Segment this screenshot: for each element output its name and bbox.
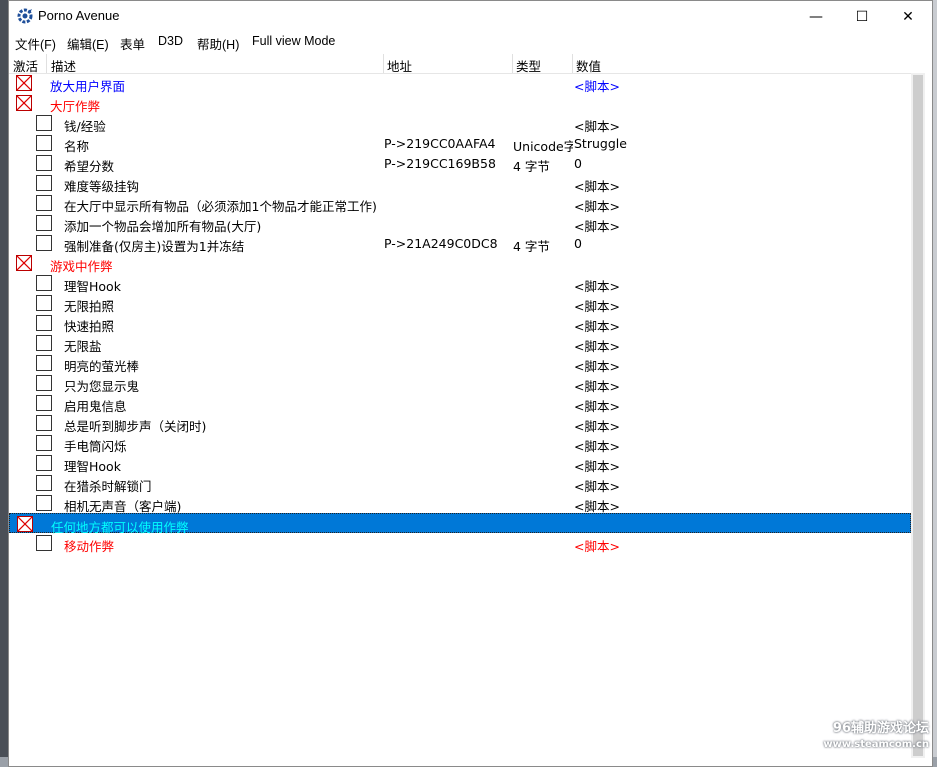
row-address: P->21A249C0DC8 (384, 236, 498, 251)
menu-file[interactable]: 文件(F) (15, 34, 56, 53)
maximize-button[interactable]: ☐ (839, 1, 885, 32)
close-icon: ✕ (902, 8, 914, 25)
checkbox[interactable] (36, 315, 52, 331)
row-address: P->219CC0AAFA4 (384, 136, 496, 151)
table-row[interactable]: 任何地方都可以使用作弊 (9, 513, 911, 535)
cheat-engine-gear-icon (17, 8, 33, 24)
column-header: 激活 描述 地址 类型 数值 (9, 54, 919, 74)
checkbox[interactable] (36, 495, 52, 511)
row-value[interactable]: 0 (574, 236, 582, 251)
watermark: 96辅助游戏论坛 www.steamcom.cn (823, 721, 929, 753)
menu-d3d[interactable]: D3D (158, 34, 183, 48)
row-value[interactable]: Struggle (574, 136, 627, 151)
checkbox[interactable] (36, 435, 52, 451)
table-row[interactable]: 强制准备(仅房主)设置为1并冻结 P->21A249C0DC8 4 字节 0 (9, 233, 911, 254)
table-row[interactable]: 手电筒闪烁 <脚本> (9, 433, 911, 454)
table-row[interactable]: 理智Hook <脚本> (9, 453, 911, 474)
checkbox-checked-icon[interactable] (16, 75, 32, 91)
menu-bar: 文件(F) 编辑(E) 表单 D3D 帮助(H) Full view Mode (9, 32, 932, 52)
table-row[interactable]: 理智Hook <脚本> (9, 273, 911, 294)
checkbox[interactable] (36, 115, 52, 131)
table-row[interactable]: 启用鬼信息 <脚本> (9, 393, 911, 414)
checkbox-checked-icon[interactable] (17, 516, 33, 532)
close-button[interactable]: ✕ (885, 1, 931, 32)
minimize-icon: — (809, 8, 823, 25)
vertical-scrollbar[interactable] (911, 73, 925, 758)
scrollbar-thumb[interactable] (913, 75, 923, 756)
table-row[interactable]: 无限盐 <脚本> (9, 333, 911, 354)
checkbox[interactable] (36, 375, 52, 391)
table-row[interactable]: 在猎杀时解锁门 <脚本> (9, 473, 911, 494)
minimize-button[interactable]: — (793, 1, 839, 32)
header-divider[interactable] (512, 54, 513, 73)
app-window: Porno Avenue — ☐ ✕ 文件(F) 编辑(E) 表单 D3D 帮助… (8, 0, 933, 767)
checkbox[interactable] (36, 415, 52, 431)
table-row[interactable]: 钱/经验 <脚本> (9, 113, 911, 134)
checkbox[interactable] (36, 275, 52, 291)
checkbox-checked-icon[interactable] (16, 255, 32, 271)
table-row[interactable]: 难度等级挂钩 <脚本> (9, 173, 911, 194)
watermark-line2: www.steamcom.cn (823, 739, 929, 750)
checkbox[interactable] (36, 335, 52, 351)
menu-edit[interactable]: 编辑(E) (67, 34, 109, 53)
table-row[interactable]: 移动作弊 <脚本> (9, 533, 911, 555)
header-divider[interactable] (383, 54, 384, 73)
row-description: 移动作弊 (64, 539, 115, 554)
table-row[interactable]: 放大用户界面 <脚本> (9, 73, 911, 94)
table-row[interactable]: 无限拍照 <脚本> (9, 293, 911, 314)
table-row[interactable]: 只为您显示鬼 <脚本> (9, 373, 911, 394)
table-row[interactable]: 添加一个物品会增加所有物品(大厅) <脚本> (9, 213, 911, 234)
checkbox[interactable] (36, 235, 52, 251)
table-row[interactable]: 明亮的萤光棒 <脚本> (9, 353, 911, 374)
table-row[interactable]: 在大厅中显示所有物品（必须添加1个物品才能正常工作) <脚本> (9, 193, 911, 214)
row-address: P->219CC169B58 (384, 156, 496, 171)
menu-full-view-mode[interactable]: Full view Mode (252, 34, 335, 48)
table-row[interactable]: 大厅作弊 (9, 93, 911, 114)
checkbox[interactable] (36, 395, 52, 411)
menu-help[interactable]: 帮助(H) (197, 34, 239, 53)
checkbox[interactable] (36, 535, 52, 551)
table-row[interactable]: 希望分数 P->219CC169B58 4 字节 0 (9, 153, 911, 174)
table-row[interactable]: 快速拍照 <脚本> (9, 313, 911, 334)
header-divider[interactable] (572, 54, 573, 73)
watermark-line1: 96辅助游戏论坛 (832, 721, 929, 736)
checkbox[interactable] (36, 295, 52, 311)
checkbox[interactable] (36, 155, 52, 171)
checkbox[interactable] (36, 175, 52, 191)
checkbox[interactable] (36, 215, 52, 231)
table-row[interactable]: 名称 P->219CC0AAFA4 Unicode字 Struggle (9, 133, 911, 154)
table-row[interactable]: 相机无声音（客户端) <脚本> (9, 493, 911, 514)
checkbox[interactable] (36, 195, 52, 211)
row-value[interactable]: 0 (574, 156, 582, 171)
checkbox[interactable] (36, 135, 52, 151)
menu-table[interactable]: 表单 (120, 34, 145, 53)
checkbox[interactable] (36, 475, 52, 491)
title-bar[interactable]: Porno Avenue — ☐ ✕ (9, 1, 932, 32)
checkbox[interactable] (36, 455, 52, 471)
cheat-table-list: 放大用户界面 <脚本> 大厅作弊 钱/经验 <脚本> 名称 P->219CC0AAFA4 Un… (9, 73, 911, 758)
table-row[interactable]: 总是听到脚步声（关闭时) <脚本> (9, 413, 911, 434)
checkbox[interactable] (36, 355, 52, 371)
row-value[interactable]: <脚本> (574, 536, 620, 555)
header-divider[interactable] (46, 54, 47, 73)
window-title: Porno Avenue (38, 8, 120, 23)
maximize-icon: ☐ (855, 8, 869, 25)
table-row[interactable]: 游戏中作弊 (9, 253, 911, 274)
checkbox-checked-icon[interactable] (16, 95, 32, 111)
